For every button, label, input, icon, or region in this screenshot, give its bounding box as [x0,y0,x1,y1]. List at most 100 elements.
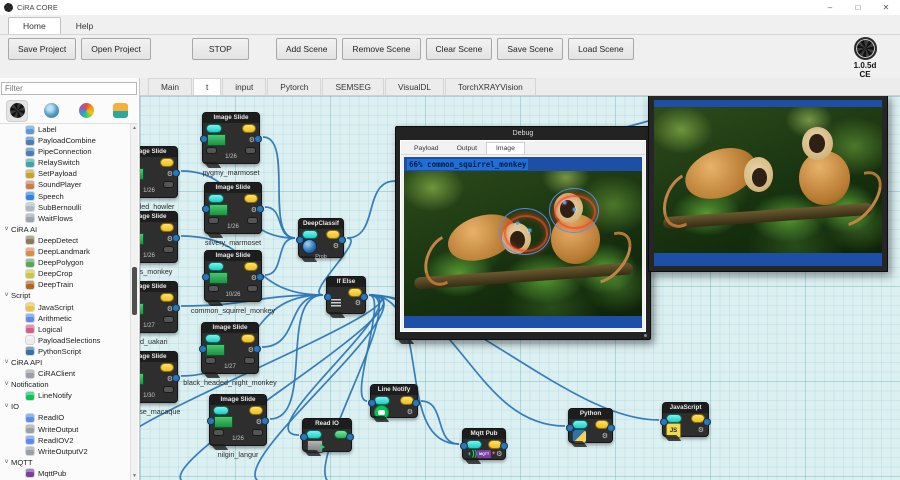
input-port[interactable] [207,417,215,425]
yellow-indicator[interactable] [250,407,262,414]
next-button[interactable] [164,182,173,187]
cyan-indicator[interactable] [209,263,223,270]
cyan-indicator[interactable] [207,125,221,132]
cyan-indicator[interactable] [307,431,321,438]
tree-item-arithmetic[interactable]: Arithmetic [0,313,132,324]
tree-item-javascript[interactable]: JavaScript [0,302,132,313]
cyan-indicator[interactable] [303,231,317,238]
next-button[interactable] [164,247,173,252]
tree-item-deeplandmark[interactable]: DeepLandmark [0,246,132,257]
cyan-indicator[interactable] [573,421,587,428]
output-port[interactable] [256,205,264,213]
tree-item-ciraclient[interactable]: CiRAClient [0,368,132,379]
tree-item-deepcrop[interactable]: DeepCrop [0,268,132,279]
toolbar-button-open-project[interactable]: Open Project [81,38,151,60]
tree-item-writeoutputv2[interactable]: WriteOutputV2 [0,446,132,457]
node-b4[interactable]: Image Slide ⚙ 1/27 [201,322,259,374]
gear-icon[interactable]: ⚙ [355,300,361,307]
tree-item-writeoutput[interactable]: WriteOutput [0,424,132,435]
next-button[interactable] [248,286,257,291]
node-mqttpub[interactable]: Mqtt Pub ◖)) MQTT ✦⚙ [462,428,506,460]
scroll-up-icon[interactable]: ▲ [131,124,138,132]
tree-item-deeptrain[interactable]: DeepTrain [0,279,132,290]
yellow-indicator[interactable] [243,125,255,132]
cyan-indicator[interactable] [214,407,228,414]
output-port[interactable] [261,417,269,425]
prev-button[interactable] [209,286,218,291]
scene-tab-input[interactable]: input [222,78,266,95]
tree-item-linenotify[interactable]: LineNotify [0,390,132,401]
next-button[interactable] [248,218,257,223]
debug-window-titlebar[interactable]: Debug [396,127,650,140]
input-port[interactable] [660,418,668,426]
scene-tab-t[interactable]: t [193,78,221,95]
yellow-indicator[interactable] [161,224,173,231]
minimize-button[interactable]: – [816,0,844,15]
output-port[interactable] [703,418,711,426]
prev-button[interactable] [206,358,215,363]
tree-item-speech[interactable]: Speech [0,191,132,202]
debug-window[interactable]: Debug PayloadOutputImage [395,126,651,340]
node-l4[interactable]: Image Slide ⚙ 1/30 [140,351,178,403]
sidebar-scrollbar[interactable]: ▲ ▼ [130,124,138,480]
cyan-indicator[interactable] [667,415,681,422]
yellow-indicator[interactable] [161,364,173,371]
node-readio[interactable]: Read IO [302,418,352,452]
output-port[interactable] [338,236,346,244]
flow-canvas[interactable]: Debug PayloadOutputImage [140,96,900,480]
palette-tab-packages[interactable] [111,101,131,121]
tree-item-deepdetect[interactable]: DeepDetect [0,235,132,246]
yellow-indicator[interactable] [327,231,339,238]
image-viewer-panel[interactable] [648,96,888,272]
node-b1[interactable]: Image Slide ⚙ 1/26 [202,112,260,164]
yellow-indicator[interactable] [245,195,257,202]
input-port[interactable] [202,205,210,213]
input-port[interactable] [324,293,332,301]
filter-input[interactable] [1,82,137,95]
toolbar-button-clear-scene[interactable]: Clear Scene [426,38,493,60]
next-button[interactable] [253,430,262,435]
node-ifelse[interactable]: If Else ⚙ [326,276,366,314]
debug-tab-output[interactable]: Output [448,143,486,154]
yellow-indicator[interactable] [245,263,257,270]
resize-grip[interactable] [644,334,647,337]
toolbar-button-stop[interactable]: STOP [192,38,249,60]
next-button[interactable] [164,387,173,392]
input-port[interactable] [368,399,376,407]
gear-icon[interactable]: ⚙ [333,243,339,250]
debug-tab-payload[interactable]: Payload [405,143,448,154]
tree-group-mqtt[interactable]: ˅MQTT [0,457,132,468]
tree-item-readio[interactable]: ReadIO [0,412,132,423]
cyan-indicator[interactable] [206,335,220,342]
tree-item-deeppolygon[interactable]: DeepPolygon [0,257,132,268]
input-port[interactable] [202,273,210,281]
toolbar-button-save-scene[interactable]: Save Scene [497,38,563,60]
tree-group-script[interactable]: ˅Script [0,290,132,301]
input-port[interactable] [199,345,207,353]
maximize-button[interactable]: □ [844,0,872,15]
output-port[interactable] [500,442,508,450]
node-b2[interactable]: Image Slide ⚙ 1/26 [204,182,262,234]
tree-item-pythonscript[interactable]: PythonScript [0,346,132,357]
gear-icon[interactable]: ⚙ [496,451,502,458]
tree-item-mqttpub[interactable]: MqttPub [0,468,132,479]
toolbar-button-load-scene[interactable]: Load Scene [568,38,633,60]
cyan-indicator[interactable] [467,441,481,448]
scene-tab-semseg[interactable]: SEMSEG [322,78,384,95]
input-port[interactable] [200,135,208,143]
yellow-indicator[interactable] [161,159,173,166]
scene-tab-pytorch[interactable]: Pytorch [267,78,321,95]
menu-tab-home[interactable]: Home [8,17,61,34]
tree-group-cira ai[interactable]: ˅CiRA AI [0,224,132,235]
output-port[interactable] [346,433,354,441]
node-linenotify[interactable]: Line Notify ⚙ [370,384,418,418]
input-port[interactable] [300,433,308,441]
scrollbar-thumb[interactable] [132,267,137,315]
scene-tab-visualdl[interactable]: VisualDL [385,78,444,95]
tree-item-setpayload[interactable]: SetPayload [0,168,132,179]
tree-item-label[interactable]: Label [0,124,132,135]
output-port[interactable] [412,399,420,407]
tree-item-pipeconnection[interactable]: PipeConnection [0,146,132,157]
input-port[interactable] [296,236,304,244]
tree-item-payloadcombine[interactable]: PayloadCombine [0,135,132,146]
